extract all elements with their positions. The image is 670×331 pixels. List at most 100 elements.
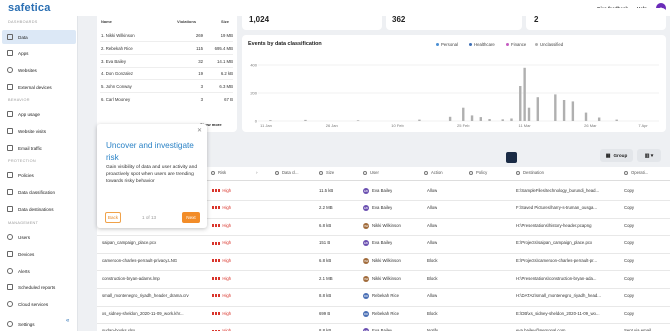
file-name[interactable]: cameroon-charles-perrault-privacy.LNG bbox=[102, 258, 207, 263]
user-cell[interactable]: EBEva Bailey bbox=[363, 205, 392, 212]
table-row[interactable]: 2. Rebekah Rice 115 695.4 MB bbox=[100, 43, 233, 55]
table-row[interactable]: sudan-books.xlsxHigh8.8 kBEBEva BaileyNo… bbox=[97, 324, 670, 331]
sidebar-item-apps[interactable]: Apps bbox=[2, 46, 76, 60]
sidebar-item-cloud-services[interactable]: Cloud services bbox=[2, 297, 76, 311]
user-cell[interactable]: NW Nikki Wilkinson bbox=[363, 257, 401, 264]
table-row[interactable]: 6. Carl Mooney 3 67 B bbox=[100, 94, 233, 106]
sidebar-item-app-usage[interactable]: App usage bbox=[2, 107, 76, 121]
file-name[interactable]: construction-bryan-adams.lmp bbox=[102, 276, 207, 281]
column-header-size[interactable]: Size bbox=[319, 170, 334, 175]
column-header-operation[interactable]: Operati... bbox=[624, 170, 648, 175]
sidebar-item-settings[interactable]: Settings bbox=[2, 317, 76, 331]
column-header-size[interactable]: Size bbox=[221, 19, 229, 24]
file-name[interactable]: small_montenegro_riyadh_header_drama.crv bbox=[102, 293, 207, 298]
column-header-violations[interactable]: Violations bbox=[177, 19, 196, 24]
legend-item-finance[interactable]: Finance bbox=[506, 42, 526, 47]
chart-bar[interactable] bbox=[488, 119, 491, 121]
back-button[interactable]: Back bbox=[105, 212, 121, 223]
action-cell: Block bbox=[427, 275, 438, 281]
chart-bar[interactable] bbox=[304, 119, 307, 121]
sidebar-item-external-devices[interactable]: External devices bbox=[2, 80, 76, 94]
user-cell[interactable]: EBEva Bailey bbox=[363, 240, 392, 247]
table-row[interactable]: xs_sidney-sheldon_2020-11-09_work.khr...… bbox=[97, 307, 670, 325]
size-cell: 151 B bbox=[319, 240, 331, 246]
chart-bar[interactable] bbox=[571, 101, 575, 121]
column-header-action[interactable]: Action bbox=[424, 170, 443, 175]
stat-value: 1,024 bbox=[249, 15, 270, 24]
sidebar-item-devices[interactable]: Devices bbox=[2, 247, 76, 261]
sidebar-item-websites[interactable]: Websites bbox=[2, 63, 76, 77]
legend-item-personal[interactable]: Personal bbox=[436, 42, 458, 47]
column-header-risk[interactable]: Risk › bbox=[211, 170, 258, 175]
column-header-user[interactable]: User bbox=[363, 170, 379, 175]
chart-bar[interactable] bbox=[527, 107, 531, 121]
chart-bar[interactable] bbox=[501, 119, 504, 121]
group-button[interactable]: ▦ Group bbox=[600, 149, 633, 162]
user-cell[interactable]: RR Rebekah Rice bbox=[363, 310, 399, 317]
table-row[interactable]: 4. Don Gonzalez 19 6.2 kB bbox=[100, 68, 233, 81]
sidebar-item-users[interactable]: Users bbox=[2, 230, 76, 244]
risk-cell: High bbox=[212, 240, 231, 245]
usb-icon bbox=[7, 84, 13, 90]
chart-bar[interactable] bbox=[597, 117, 601, 122]
section-behavior: BEHAVIOR bbox=[8, 98, 30, 102]
app-logo[interactable]: safetica bbox=[8, 2, 51, 14]
website-visits-icon bbox=[7, 128, 13, 134]
chart-bar[interactable] bbox=[479, 117, 483, 121]
chart-bar[interactable] bbox=[584, 112, 588, 121]
sidebar-item-data[interactable]: Data bbox=[2, 30, 76, 44]
file-name[interactable]: xs_sidney-sheldon_2020-11-09_work.khr... bbox=[102, 311, 207, 316]
close-icon[interactable]: ✕ bbox=[197, 127, 202, 134]
next-button[interactable]: Next bbox=[182, 212, 200, 223]
chart-bar[interactable] bbox=[356, 120, 360, 121]
table-row[interactable]: 1. Nikki Wilkinson 269 19 MB bbox=[100, 30, 233, 42]
user-cell[interactable]: EBEva Bailey bbox=[363, 187, 392, 194]
sidebar-item-policies[interactable]: Policies bbox=[2, 168, 76, 182]
table-row[interactable]: 5. John Conway 3 6.3 MB bbox=[100, 81, 233, 94]
file-name[interactable]: saipan_campaign_place.pcx bbox=[102, 240, 207, 245]
user-cell[interactable]: NW Nikki Wilkinson bbox=[363, 222, 401, 229]
sidebar-item-email-traffic[interactable]: Email traffic bbox=[2, 141, 76, 155]
user-cell[interactable]: RR Rebekah Rice bbox=[363, 293, 399, 300]
risk-bars-icon bbox=[212, 259, 221, 263]
collapse-sidebar-icon[interactable]: « bbox=[66, 318, 69, 324]
mail-icon bbox=[7, 145, 13, 151]
size-cell: 2.1 MB bbox=[319, 275, 333, 281]
column-header-name[interactable]: Name bbox=[101, 19, 112, 24]
chart-bar[interactable] bbox=[562, 100, 566, 121]
legend-item-healthcare[interactable]: Healthcare bbox=[469, 42, 495, 47]
sidebar-item-data-classification[interactable]: Data classification bbox=[2, 185, 76, 199]
columns-button[interactable]: ▥ ▾ bbox=[637, 149, 661, 162]
chart-bar[interactable] bbox=[536, 97, 539, 121]
table-row[interactable]: cameroon-charles-perrault-privacy.LNG Hig… bbox=[97, 254, 670, 272]
chart-bar[interactable] bbox=[448, 116, 452, 121]
chart-bar[interactable] bbox=[523, 67, 526, 121]
chart-bar[interactable] bbox=[462, 107, 465, 121]
chart-bar[interactable] bbox=[519, 86, 522, 121]
column-header-policy[interactable]: Policy bbox=[469, 170, 487, 175]
risk-cell: High bbox=[212, 205, 231, 210]
sidebar-item-website-visits[interactable]: Website visits bbox=[2, 124, 76, 138]
sidebar-item-alerts[interactable]: Alerts bbox=[2, 264, 76, 278]
column-header-destination[interactable]: Destination bbox=[516, 170, 544, 175]
sort-icon[interactable]: › bbox=[256, 170, 257, 175]
user-cell[interactable]: NW Nikki Wilkinson bbox=[363, 275, 401, 282]
sidebar-item-scheduled-reports[interactable]: Scheduled reports bbox=[2, 280, 76, 294]
chart-bar[interactable] bbox=[615, 119, 618, 121]
table-row[interactable]: small_montenegro_riyadh_header_drama.crv… bbox=[97, 289, 670, 307]
settings-icon bbox=[7, 321, 13, 327]
legend-dot bbox=[436, 43, 439, 46]
legend-label: Personal bbox=[441, 42, 458, 47]
chart-bar[interactable] bbox=[269, 120, 272, 121]
table-row[interactable]: 3. Eva Bailey 32 14.1 MB bbox=[100, 56, 233, 68]
legend-item-unclassified[interactable]: Unclassified bbox=[535, 42, 563, 47]
table-row[interactable]: saipan_campaign_place.pcx High 151 B EB Eva … bbox=[97, 236, 670, 254]
chart-bar[interactable] bbox=[510, 118, 513, 121]
column-header-data-class[interactable]: Data cl... bbox=[275, 170, 299, 175]
table-row[interactable]: construction-bryan-adams.lmp High 2.1 MB NW… bbox=[97, 272, 670, 290]
sidebar-item-data-destinations[interactable]: Data destinations bbox=[2, 202, 76, 216]
chart-bar[interactable] bbox=[554, 94, 557, 121]
dark-toggle[interactable] bbox=[506, 152, 517, 163]
chart-bar[interactable] bbox=[470, 115, 474, 121]
chart-bar[interactable] bbox=[418, 119, 421, 121]
